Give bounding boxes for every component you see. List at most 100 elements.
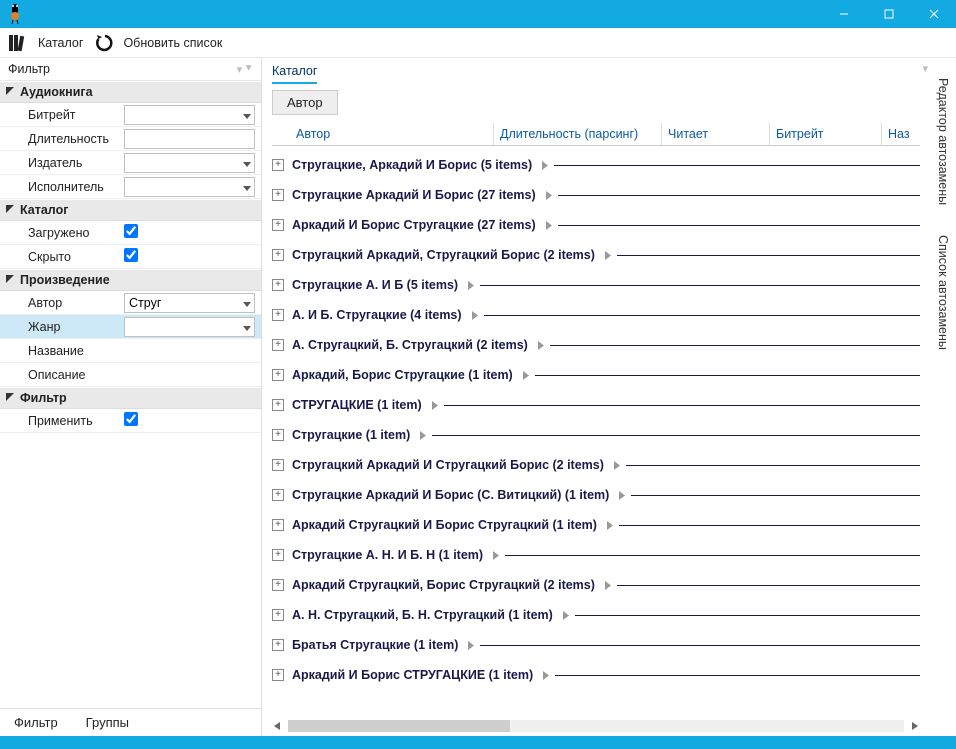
expand-icon[interactable]: + — [272, 309, 284, 321]
author-input[interactable] — [124, 293, 255, 313]
group-line — [480, 645, 920, 646]
expand-icon[interactable]: + — [272, 579, 284, 591]
minimize-button[interactable] — [821, 0, 866, 28]
group-label: Аркадий Стругацкий, Борис Стругацкий (2 … — [292, 578, 595, 592]
panel-handles[interactable]: ▾ — [922, 62, 928, 75]
group-line — [558, 195, 920, 196]
group-row[interactable]: +Аркадий И Борис СТРУГАЦКИЕ (1 item) — [272, 660, 920, 690]
group-row[interactable]: +А. Стругацкий, Б. Стругацкий (2 items) — [272, 330, 920, 360]
group-line — [505, 555, 920, 556]
chevron-right-icon — [542, 161, 548, 170]
expand-icon[interactable]: + — [272, 189, 284, 201]
col-duration[interactable]: Длительность (парсинг) — [494, 123, 662, 145]
scroll-right-icon[interactable] — [910, 721, 920, 731]
chevron-right-icon — [607, 521, 613, 530]
expand-icon[interactable]: + — [272, 519, 284, 531]
dropdown-icon[interactable]: ▾ — [237, 63, 243, 76]
label-name: Название — [0, 344, 124, 358]
maximize-button[interactable] — [866, 0, 911, 28]
group-row[interactable]: + Стругацкие А. И Б (5 items) — [272, 270, 920, 300]
group-row[interactable]: +Стругацкий Аркадий, Стругацкий Борис (2… — [272, 240, 920, 270]
vtab-list[interactable]: Список автозамены — [934, 227, 952, 358]
chevron-right-icon — [538, 341, 544, 350]
tab-filter[interactable]: Фильтр — [0, 709, 72, 736]
group-row[interactable]: +Стругацкий Аркадий И Стругацкий Борис (… — [272, 450, 920, 480]
group-row[interactable]: +А. Н. Стругацкий, Б. Н. Стругацкий (1 i… — [272, 600, 920, 630]
chevron-right-icon — [546, 221, 552, 230]
col-bitrate[interactable]: Битрейт — [770, 123, 882, 145]
performer-input[interactable] — [124, 177, 255, 197]
hidden-checkbox[interactable] — [124, 248, 138, 262]
group-label: Братья Стругацкие (1 item) — [292, 638, 458, 652]
col-name[interactable]: Наз — [882, 123, 920, 145]
group-row[interactable]: +Аркадий И Борис Стругацкие (27 items) — [272, 210, 920, 240]
dropdown-icon[interactable]: ▾ — [922, 62, 928, 75]
group-row[interactable]: + Аркадий Стругацкий, Борис Стругацкий (2… — [272, 570, 920, 600]
group-row[interactable]: +Стругацкие (1 item) — [272, 420, 920, 450]
caret-down-icon — [6, 393, 14, 401]
group-row[interactable]: +Аркадий, Борис Стругацкие (1 item) — [272, 360, 920, 390]
group-catalog[interactable]: Каталог — [0, 199, 261, 221]
caret-down-icon — [6, 275, 14, 283]
hscroll-thumb[interactable] — [288, 720, 510, 732]
group-line — [617, 585, 920, 586]
refresh-toolbar-button[interactable]: Обновить список — [95, 33, 222, 53]
group-row[interactable]: + Стругацкие А. Н. И Б. Н (1 item) — [272, 540, 920, 570]
expand-icon[interactable]: + — [272, 369, 284, 381]
loaded-checkbox[interactable] — [124, 224, 138, 238]
group-row[interactable]: +Стругацкие, Аркадий И Борис (5 items) — [272, 150, 920, 180]
grid-body[interactable]: +Стругацкие, Аркадий И Борис (5 items)+С… — [262, 146, 930, 718]
group-filter[interactable]: Фильтр — [0, 387, 261, 409]
expand-icon[interactable]: + — [272, 219, 284, 231]
label-description: Описание — [0, 368, 124, 382]
subtab-author[interactable]: Автор — [272, 90, 338, 115]
group-audiobook[interactable]: Аудиокнига — [0, 81, 261, 103]
bitrate-input[interactable] — [124, 105, 255, 125]
expand-icon[interactable]: + — [272, 669, 284, 681]
tab-groups[interactable]: Группы — [72, 709, 143, 736]
group-label: Аркадий Стругацкий И Борис Стругацкий (1… — [292, 518, 597, 532]
group-row[interactable]: +Стругацкие Аркадий И Борис (С. Витицкий… — [272, 480, 920, 510]
titlebar — [0, 0, 956, 28]
expand-icon[interactable]: + — [272, 609, 284, 621]
expand-icon[interactable]: + — [272, 489, 284, 501]
chevron-right-icon — [546, 191, 552, 200]
expand-icon[interactable]: + — [272, 549, 284, 561]
left-panel: Фильтр ▾ ⯆ Аудиокнига Битрейт Длительнос… — [0, 58, 262, 736]
expand-icon[interactable]: + — [272, 459, 284, 471]
panel-handles[interactable]: ▾ ⯆ — [237, 63, 253, 76]
label-apply: Применить — [0, 414, 124, 428]
apply-checkbox[interactable] — [124, 412, 138, 426]
expand-icon[interactable]: + — [272, 279, 284, 291]
scroll-left-icon[interactable] — [272, 721, 282, 731]
group-work[interactable]: Произведение — [0, 269, 261, 291]
group-line — [432, 435, 920, 436]
group-label: Стругацкие А. И Б (5 items) — [292, 278, 458, 292]
left-panel-title: Фильтр — [8, 62, 50, 76]
group-row[interactable]: + СТРУГАЦКИЕ (1 item) — [272, 390, 920, 420]
expand-icon[interactable]: + — [272, 399, 284, 411]
genre-input[interactable] — [124, 317, 255, 337]
group-label: СТРУГАЦКИЕ (1 item) — [292, 398, 422, 412]
col-reader[interactable]: Читает — [662, 123, 770, 145]
publisher-input[interactable] — [124, 153, 255, 173]
center-title: Каталог — [272, 62, 317, 84]
pin-icon[interactable]: ⯆ — [244, 63, 253, 76]
expand-icon[interactable]: + — [272, 639, 284, 651]
group-row[interactable]: +А. И Б. Стругацкие (4 items) — [272, 300, 920, 330]
close-button[interactable] — [911, 0, 956, 28]
chevron-right-icon — [563, 611, 569, 620]
expand-icon[interactable]: + — [272, 249, 284, 261]
group-row[interactable]: + Братья Стругацкие (1 item) — [272, 630, 920, 660]
group-label: Стругацкие А. Н. И Б. Н (1 item) — [292, 548, 483, 562]
group-row[interactable]: +Стругацкие Аркадий И Борис (27 items) — [272, 180, 920, 210]
col-author[interactable]: Автор — [272, 123, 494, 145]
hscroll-track[interactable] — [288, 720, 904, 732]
group-row[interactable]: + Аркадий Стругацкий И Борис Стругацкий (… — [272, 510, 920, 540]
duration-input[interactable] — [124, 129, 255, 149]
vtab-editor[interactable]: Редактор автозамены — [934, 70, 952, 213]
expand-icon[interactable]: + — [272, 339, 284, 351]
expand-icon[interactable]: + — [272, 159, 284, 171]
expand-icon[interactable]: + — [272, 429, 284, 441]
catalog-toolbar-button[interactable]: Каталог — [8, 33, 83, 53]
